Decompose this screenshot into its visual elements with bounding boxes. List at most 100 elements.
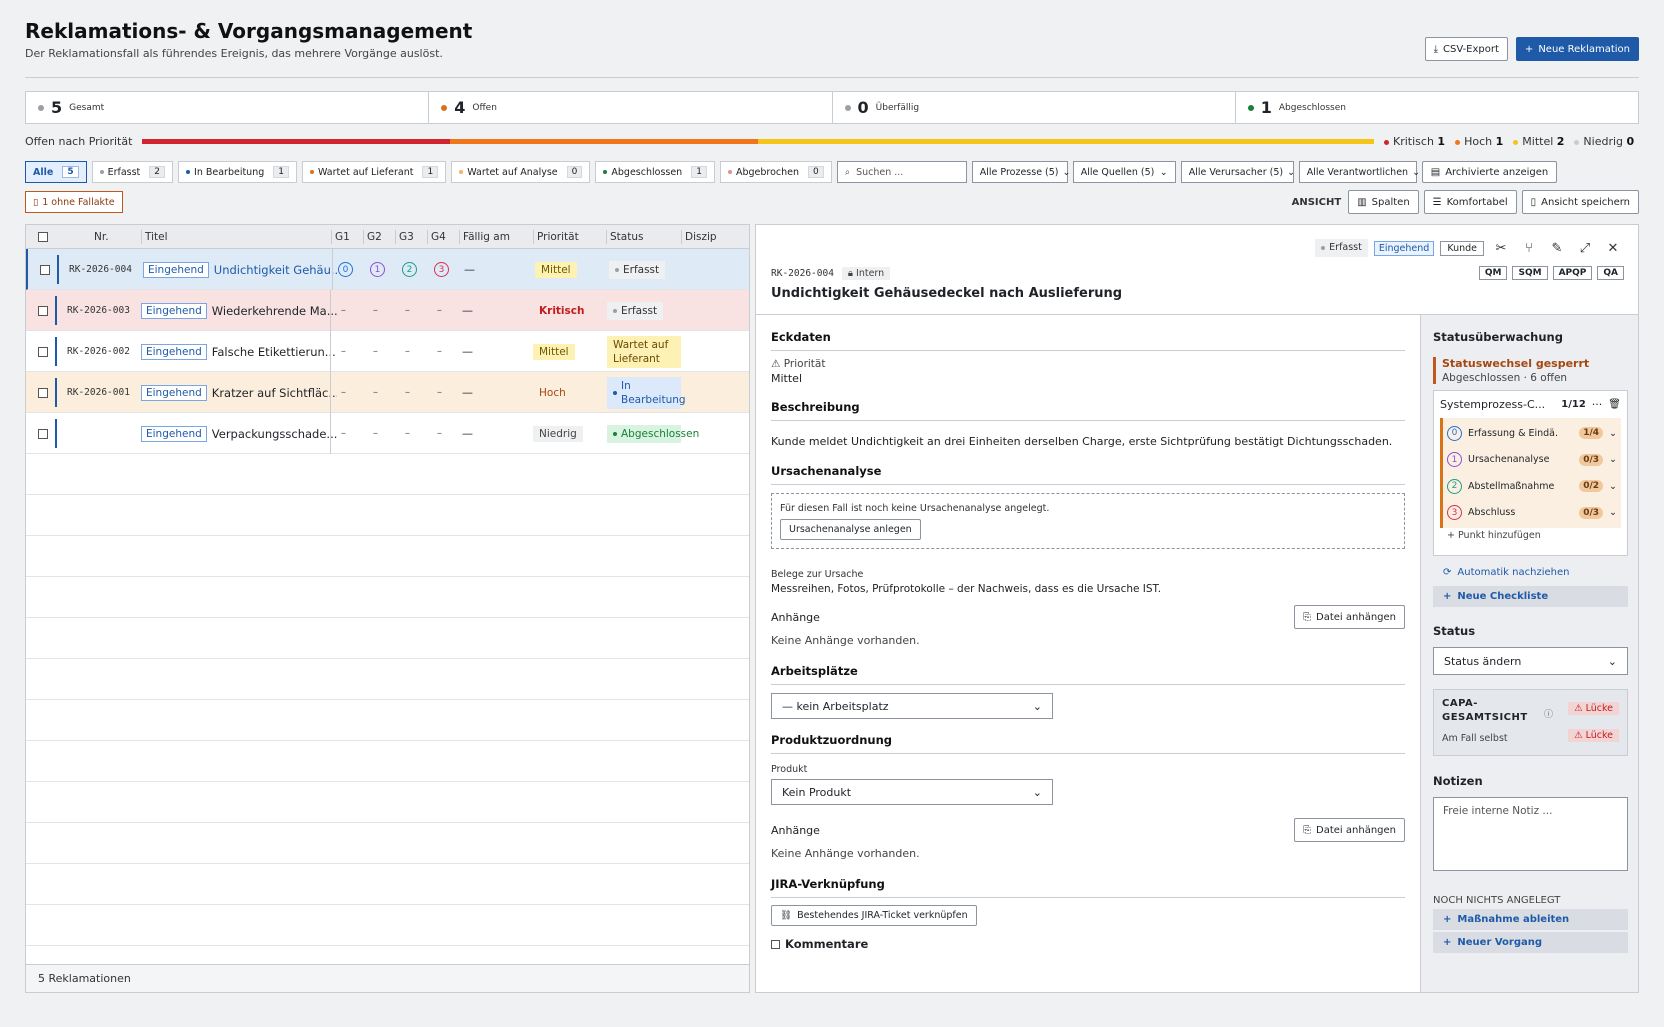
link-jira-button[interactable]: ⛓ Bestehendes JIRA-Ticket verknüpfen: [771, 905, 977, 926]
attach-file-button-2[interactable]: ⎘ Datei anhängen: [1294, 818, 1405, 842]
stat-card[interactable]: 5 Gesamt: [26, 92, 430, 123]
row-checkbox[interactable]: [38, 413, 48, 454]
new-process-button[interactable]: + Neuer Vorgang: [1433, 932, 1628, 953]
save-view-button[interactable]: ▯ Ansicht speichern: [1521, 190, 1639, 214]
filter-chip[interactable]: Wartet auf Lieferant 1: [302, 161, 447, 183]
status-dot: [615, 267, 619, 272]
comfort-density-button[interactable]: ☰ Komfortabel: [1423, 190, 1517, 214]
filter-chip[interactable]: Alle 5: [25, 161, 87, 183]
checklist-item[interactable]: 0 Erfassung & Eindä... 1/4 ⌄: [1447, 420, 1617, 447]
row-title[interactable]: Wiederkehrende Ma...: [212, 304, 337, 318]
filter-label: Abgeschlossen: [611, 166, 683, 178]
column-header[interactable]: Status: [606, 230, 643, 244]
row-checkbox[interactable]: [38, 290, 48, 331]
column-header[interactable]: G4: [427, 230, 446, 244]
row-marker: [57, 255, 59, 284]
row-checkbox[interactable]: [38, 331, 48, 372]
gate-empty: –: [341, 428, 346, 439]
notes-textarea[interactable]: Freie interne Notiz ...: [1433, 797, 1628, 871]
stat-card[interactable]: 4 Offen: [429, 92, 833, 123]
trash-icon[interactable]: 🗑︎: [1608, 399, 1621, 410]
select-all-checkbox[interactable]: [38, 225, 48, 248]
filter-dropdown[interactable]: Alle Prozesse (5) ⌄: [971, 161, 1071, 183]
table-row[interactable]: RK-2026-002 Eingehend Falsche Etikettierun…: [26, 331, 749, 372]
column-header[interactable]: G3: [395, 230, 414, 244]
checklist-item[interactable]: 3 Abschluss 0/3 ⌄: [1447, 500, 1617, 527]
filter-dropdown[interactable]: Alle Verursacher (5) ⌄: [1180, 161, 1295, 183]
filter-chip[interactable]: Erfasst 2: [91, 161, 174, 183]
table-row[interactable]: RK-2026-003 Eingehend Wiederkehrende Ma...…: [26, 290, 749, 331]
no-case-file-button[interactable]: ▯ 1 ohne Fallakte: [25, 191, 123, 213]
chevron-down-icon: ⌄: [1609, 480, 1617, 492]
search-input[interactable]: ⌕ Suchen ...: [836, 161, 967, 183]
status-text: In Bearbeitung: [621, 379, 686, 406]
status-dot: [99, 170, 104, 174]
column-header[interactable]: G2: [363, 230, 382, 244]
more-icon[interactable]: ···: [1592, 398, 1603, 411]
info-icon[interactable]: ⓘ: [1544, 707, 1553, 720]
create-root-cause-button[interactable]: Ursachenanalyse anlegen: [780, 519, 921, 540]
csv-export-button[interactable]: ⤓ CSV-Export: [1424, 37, 1508, 61]
filter-chip[interactable]: Wartet auf Analyse 0: [451, 161, 591, 183]
column-header[interactable]: Nr.: [91, 230, 109, 244]
new-complaint-button[interactable]: + Neue Reklamation: [1515, 37, 1639, 61]
column-header[interactable]: Diszip: [681, 230, 717, 244]
checklist-item[interactable]: 1 Ursachenanalyse 0/3 ⌄: [1447, 447, 1617, 474]
derive-measure-button[interactable]: + Maßnahme ableiten: [1433, 909, 1628, 930]
filter-chip[interactable]: In Bearbeitung 1: [178, 161, 297, 183]
product-select[interactable]: Kein Produkt ⌄: [771, 779, 1053, 805]
row-title[interactable]: Falsche Etikettierun...: [212, 345, 337, 359]
add-point-button[interactable]: + Punkt hinzufügen: [1440, 530, 1621, 541]
attach-file-button[interactable]: ⎘ Datei anhängen: [1294, 605, 1405, 629]
row-checkbox[interactable]: [38, 372, 48, 413]
gate-empty: –: [373, 428, 378, 439]
new-checklist-button[interactable]: + Neue Checkliste: [1433, 586, 1628, 607]
priority-overview: Offen nach Priorität Kritisch 1 Hoch 1 Mit…: [25, 133, 1639, 149]
row-checkbox[interactable]: [40, 249, 50, 290]
columns-icon: ▥: [1357, 196, 1367, 208]
empty-row: [26, 864, 749, 905]
row-title[interactable]: Kratzer auf Sichtfläc...: [212, 386, 337, 400]
status-select[interactable]: Status ändern ⌄: [1433, 647, 1628, 675]
columns-button[interactable]: ▥ Spalten: [1348, 190, 1419, 214]
filter-dropdown[interactable]: Alle Quellen (5) ⌄: [1072, 161, 1176, 183]
gate-cell: 3: [434, 249, 449, 290]
gate-empty: –: [437, 387, 442, 398]
legend-count: 2: [1556, 134, 1565, 148]
filter-dropdown[interactable]: Alle Verantwortlichen ⌄: [1298, 161, 1420, 183]
table-row[interactable]: RK-2026-001 Eingehend Kratzer auf Sichtflä…: [26, 372, 749, 413]
expand-icon[interactable]: ⤢: [1574, 237, 1596, 259]
link-icon: ⛓: [780, 910, 793, 921]
close-icon[interactable]: ✕: [1602, 237, 1624, 259]
status-text: Erfasst: [621, 304, 658, 317]
filter-label: Erfasst: [107, 166, 141, 178]
gate-circle: 1: [370, 262, 385, 277]
column-header[interactable]: Priorität: [533, 230, 579, 244]
column-divider: [330, 290, 331, 331]
checklist-item[interactable]: 2 Abstellmaßnahme 0/2 ⌄: [1447, 473, 1617, 500]
filter-chip[interactable]: Abgeschlossen 1: [595, 161, 715, 183]
stat-card[interactable]: 1 Abgeschlossen: [1236, 92, 1638, 123]
show-archived-button[interactable]: ▤ Archivierte anzeigen: [1421, 161, 1558, 183]
status-cell: Wartet auf Lieferant: [607, 331, 681, 372]
status-sidebar: Statusüberwachung Statuswechsel gesperrt…: [1420, 315, 1638, 992]
table-row[interactable]: RK-2026-004 Eingehend Undichtigkeit Gehäu.…: [26, 249, 749, 290]
evidence-text: Messreihen, Fotos, Prüfprotokolle – der …: [771, 583, 1162, 595]
checklist-name[interactable]: Systemprozess-C...: [1440, 398, 1545, 411]
chevron-down-icon: ⌄: [1062, 166, 1071, 178]
comments-checkbox[interactable]: [771, 939, 780, 949]
gate-cell: –: [336, 290, 346, 331]
column-header[interactable]: G1: [331, 230, 350, 244]
row-title[interactable]: Verpackungsschade...: [212, 427, 337, 441]
table-row[interactable]: Eingehend Verpackungsschade... – – – – — Niedri…: [26, 413, 749, 454]
edit-icon[interactable]: ✎: [1546, 237, 1568, 259]
stat-card[interactable]: 0 Überfällig: [833, 92, 1236, 123]
tools-icon[interactable]: ✂: [1490, 237, 1512, 259]
filter-chip[interactable]: Abgebrochen 0: [719, 161, 832, 183]
auto-sync-button[interactable]: ⟳ Automatik nachziehen: [1433, 567, 1628, 578]
row-title[interactable]: Undichtigkeit Gehäu...: [214, 263, 339, 277]
column-header[interactable]: Titel: [141, 230, 168, 244]
workplace-select[interactable]: — kein Arbeitsplatz ⌄: [771, 693, 1053, 719]
branch-icon[interactable]: ⑂: [1518, 237, 1540, 259]
column-header[interactable]: Fällig am: [459, 230, 510, 244]
